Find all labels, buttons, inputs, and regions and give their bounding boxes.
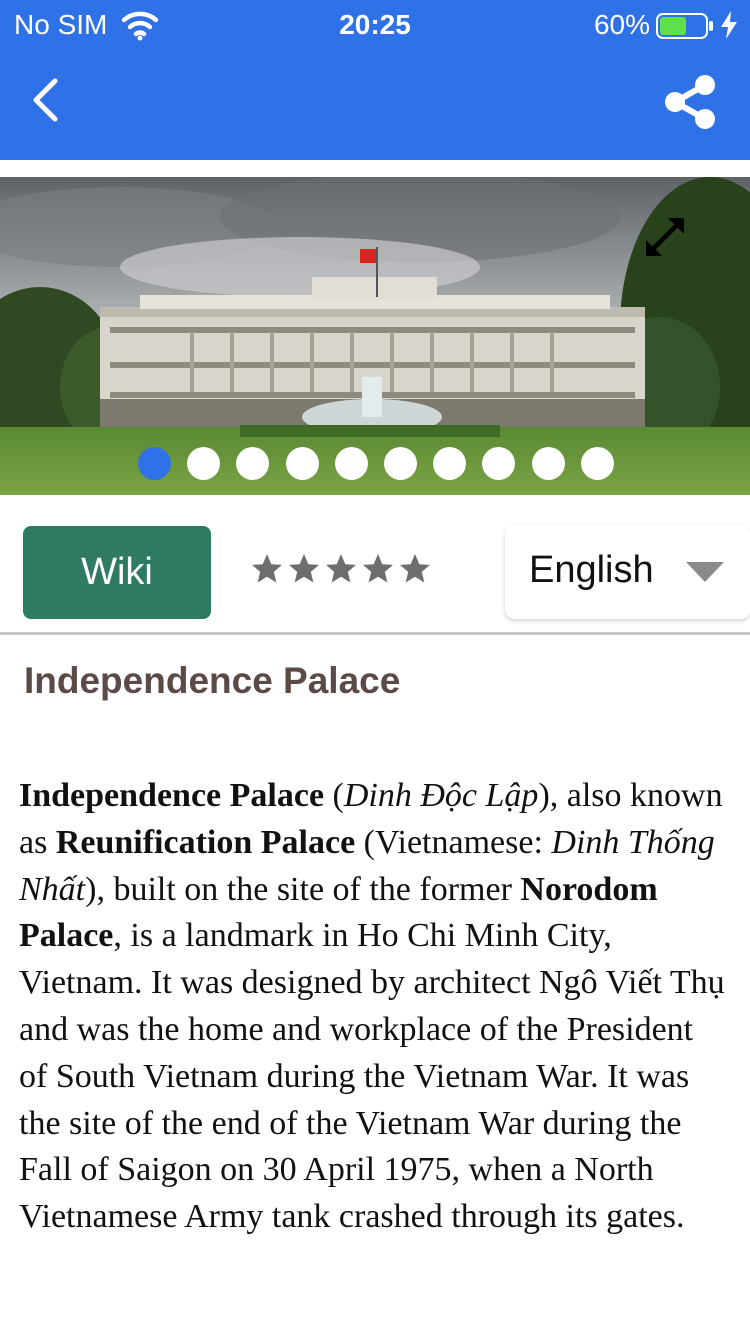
- article-bold-name2: Reunification Palace: [55, 823, 356, 861]
- gallery-page-indicator: [0, 447, 750, 483]
- gallery-dot[interactable]: [532, 447, 565, 480]
- expand-arrows-icon: [646, 218, 684, 256]
- gallery-dot[interactable]: [138, 447, 171, 480]
- share-button[interactable]: [660, 72, 720, 132]
- battery-percent: 60%: [593, 9, 650, 40]
- article-text-segment: (: [324, 777, 344, 814]
- gallery-dot[interactable]: [581, 447, 614, 480]
- action-toolbar: Wiki English: [0, 495, 750, 635]
- star-icon[interactable]: [324, 552, 358, 586]
- chevron-left-icon: [33, 78, 58, 122]
- article-text: Independence Palace (Dinh Độc Lập), also…: [19, 773, 729, 1241]
- place-title: Independence Palace: [24, 660, 401, 701]
- charging-bolt-icon: [721, 11, 737, 39]
- language-dropdown[interactable]: English: [505, 525, 750, 619]
- article-text-segment: (Vietnamese:: [355, 823, 552, 861]
- gallery-dot[interactable]: [335, 447, 368, 480]
- star-icon[interactable]: [398, 552, 432, 586]
- gallery-dot[interactable]: [286, 447, 319, 480]
- gallery-dot[interactable]: [187, 447, 220, 480]
- battery-icon: [656, 13, 713, 39]
- chevron-down-icon: [686, 562, 724, 582]
- gallery-dot[interactable]: [482, 447, 515, 480]
- gallery-dot[interactable]: [433, 447, 466, 480]
- back-button[interactable]: [22, 72, 72, 128]
- article-text-segment: , is a landmark in Ho Chi Minh City, Vie…: [19, 917, 725, 1236]
- share-icon: [665, 75, 715, 129]
- wiki-button[interactable]: Wiki: [23, 526, 211, 619]
- gallery-dot[interactable]: [236, 447, 269, 480]
- star-icon[interactable]: [287, 552, 321, 586]
- language-selected: English: [529, 549, 654, 591]
- article-alt-name: Dinh Độc Lập: [343, 777, 539, 814]
- star-icon[interactable]: [361, 552, 395, 586]
- article-text-segment: ), built on the site of the former: [85, 870, 521, 908]
- navigation-bar: [0, 50, 750, 160]
- fullscreen-button[interactable]: [640, 212, 690, 262]
- gallery-dot[interactable]: [384, 447, 417, 480]
- article-bold-name: Independence Palace: [19, 777, 325, 814]
- rating-stars[interactable]: [250, 552, 435, 586]
- star-icon[interactable]: [250, 552, 284, 586]
- status-bar: No SIM 20:25 60%: [0, 0, 750, 50]
